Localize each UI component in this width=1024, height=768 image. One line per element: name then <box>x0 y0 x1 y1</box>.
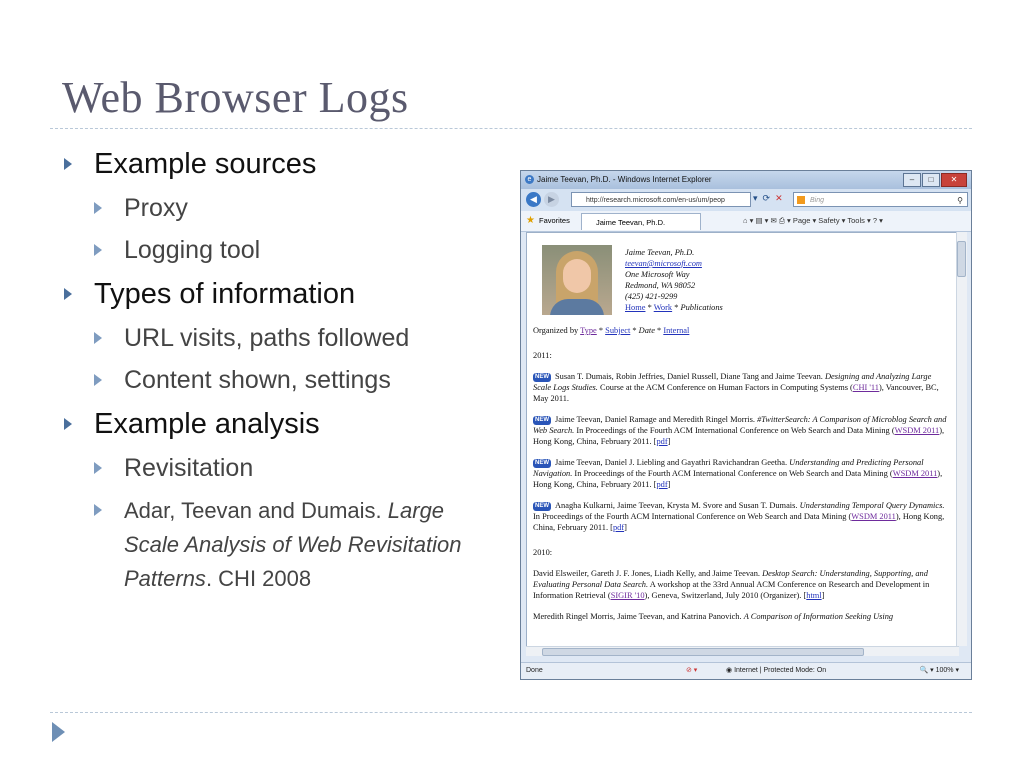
publication-item: NEW Jaime Teevan, Daniel J. Liebling and … <box>533 458 943 489</box>
home-icon[interactable]: ⌂ ▾ <box>743 216 753 225</box>
pdf-link[interactable]: pdf <box>613 523 624 532</box>
search-placeholder: Bing <box>810 197 825 204</box>
compat-icon[interactable]: ▾ <box>753 193 758 204</box>
phone: (425) 421-9299 <box>625 292 678 301</box>
address-row: ◀ ▶ http://research.microsoft.com/en-us/… <box>521 189 971 211</box>
page-content: Jaime Teevan, Ph.D. teevan@microsoft.com… <box>526 232 959 655</box>
close-button[interactable]: ✕ <box>941 173 967 187</box>
year-heading: 2011: <box>533 351 552 360</box>
venue-link[interactable]: WSDM 2011 <box>893 469 938 478</box>
publication-item: NEW Anagha Kulkarni, Jaime Teevan, Krysta… <box>533 501 945 532</box>
bullet-item: Example analysis <box>62 406 502 442</box>
publication-item: Meredith Ringel Morris, Jaime Teevan, an… <box>533 612 894 621</box>
html-link[interactable]: html <box>806 591 821 600</box>
refresh-icon[interactable]: ⟳ <box>763 193 771 204</box>
feeds-icon[interactable]: ▤ ▾ <box>755 216 768 225</box>
pdf-link[interactable]: pdf <box>656 480 667 489</box>
status-text: Done <box>526 667 543 674</box>
favorites-star-icon[interactable]: ★ <box>526 211 535 231</box>
venue-link[interactable]: CHI '11 <box>853 383 879 392</box>
address-buttons: ▾ ⟳ ✕ <box>753 193 783 204</box>
sub-bullet-item: Proxy <box>92 192 502 224</box>
title-divider <box>50 128 972 129</box>
bullet-item: Types of information <box>62 276 502 312</box>
horizontal-scrollbar[interactable] <box>526 646 959 656</box>
bullet-item: Example sources <box>62 146 502 182</box>
pdf-link[interactable]: pdf <box>656 437 667 446</box>
address-line-1: One Microsoft Way <box>625 270 690 279</box>
tools-menus[interactable]: Page ▾ Safety ▾ Tools ▾ <box>793 216 871 225</box>
print-icon[interactable]: ⎙ ▾ <box>779 216 791 225</box>
venue-link[interactable]: WSDM 2011 <box>851 512 896 521</box>
citation-authors: Adar, Teevan and Dumais. <box>124 498 382 523</box>
vertical-scrollbar[interactable] <box>956 232 967 646</box>
publication-item: NEW Jaime Teevan, Daniel Ramage and Mered… <box>533 415 947 446</box>
privacy-icon[interactable]: ⊘ ▾ <box>686 663 697 679</box>
internal-link[interactable]: Internal <box>663 326 689 335</box>
sub-bullet-item: Revisitation <box>92 452 502 484</box>
help-icon[interactable]: ? ▾ <box>873 216 883 225</box>
new-badge-icon: NEW <box>533 458 551 468</box>
favorites-bar: ★ Favorites Jaime Teevan, Ph.D. ⌂ ▾ ▤ ▾ … <box>521 211 971 232</box>
work-link[interactable]: Work <box>654 303 672 312</box>
profile-info: Jaime Teevan, Ph.D. teevan@microsoft.com… <box>625 247 723 313</box>
new-badge-icon: NEW <box>533 372 551 382</box>
type-link[interactable]: Type <box>580 326 597 335</box>
sub-bullet-item: Content shown, settings <box>92 364 502 396</box>
next-slide-icon[interactable] <box>52 722 65 742</box>
window-controls: – □ ✕ <box>903 173 967 187</box>
new-badge-icon: NEW <box>533 415 551 425</box>
back-icon[interactable]: ◀ <box>526 192 541 207</box>
bing-icon <box>797 196 805 204</box>
sub-bullet-item: URL visits, paths followed <box>92 322 502 354</box>
slide-title: Web Browser Logs <box>62 73 409 122</box>
year-heading: 2010: <box>533 548 553 557</box>
search-icon[interactable]: ⚲ <box>957 193 963 208</box>
publication-item: David Elsweiler, Gareth J. F. Jones, Lia… <box>533 569 930 600</box>
footer-divider <box>50 712 972 713</box>
profile-section: Jaime Teevan, Ph.D. teevan@microsoft.com… <box>533 245 950 323</box>
address-line-2: Redmond, WA 98052 <box>625 281 696 290</box>
profile-name: Jaime Teevan, Ph.D. <box>625 248 695 257</box>
organized-by: Organized by Type * Subject * Date * Int… <box>533 326 690 335</box>
venue-link[interactable]: WSDM 2011 <box>895 426 940 435</box>
profile-nav: Home * Work * Publications <box>625 303 723 312</box>
minimize-button[interactable]: – <box>903 173 921 187</box>
bullet-list: Example sources Proxy Logging tool Types… <box>62 146 502 606</box>
window-title: Jaime Teevan, Ph.D. - Windows Internet E… <box>537 175 712 184</box>
citation-bullet: Adar, Teevan and Dumais. Large Scale Ana… <box>92 494 502 596</box>
mail-icon[interactable]: ✉ <box>771 216 777 225</box>
browser-window: e Jaime Teevan, Ph.D. - Windows Internet… <box>520 170 972 680</box>
email-link[interactable]: teevan@microsoft.com <box>625 259 702 268</box>
browser-tab[interactable]: Jaime Teevan, Ph.D. <box>581 213 701 230</box>
maximize-button[interactable]: □ <box>922 173 940 187</box>
publications-label: Publications <box>680 303 723 312</box>
security-zone[interactable]: ◉ Internet | Protected Mode: On <box>726 663 826 679</box>
search-box[interactable]: Bing ⚲ <box>793 192 968 207</box>
new-badge-icon: NEW <box>533 501 551 511</box>
home-link[interactable]: Home <box>625 303 645 312</box>
profile-photo <box>542 245 612 315</box>
sub-bullet-item: Logging tool <box>92 234 502 266</box>
command-bar: ⌂ ▾ ▤ ▾ ✉ ⎙ ▾ Page ▾ Safety ▾ Tools ▾ ? … <box>743 211 883 231</box>
subject-link[interactable]: Subject <box>605 326 630 335</box>
status-bar: Done ⊘ ▾ ◉ Internet | Protected Mode: On… <box>521 662 971 679</box>
stop-icon[interactable]: ✕ <box>775 193 783 204</box>
venue-link[interactable]: SIGIR '10 <box>611 591 645 600</box>
address-bar[interactable]: http://research.microsoft.com/en-us/um/p… <box>571 192 751 207</box>
browser-titlebar: e Jaime Teevan, Ph.D. - Windows Internet… <box>521 171 971 189</box>
citation-venue: . CHI 2008 <box>205 566 312 591</box>
vertical-scroll-thumb[interactable] <box>957 241 966 277</box>
ie-icon: e <box>525 175 534 184</box>
favorites-button[interactable]: Favorites <box>539 211 570 231</box>
horizontal-scroll-thumb[interactable] <box>542 648 864 656</box>
publication-item: NEW Susan T. Dumais, Robin Jeffries, Dani… <box>533 372 939 403</box>
forward-icon[interactable]: ▶ <box>544 192 559 207</box>
date-label: Date <box>638 326 655 335</box>
zoom-level[interactable]: 🔍 ▾ 100% ▾ <box>920 663 960 679</box>
